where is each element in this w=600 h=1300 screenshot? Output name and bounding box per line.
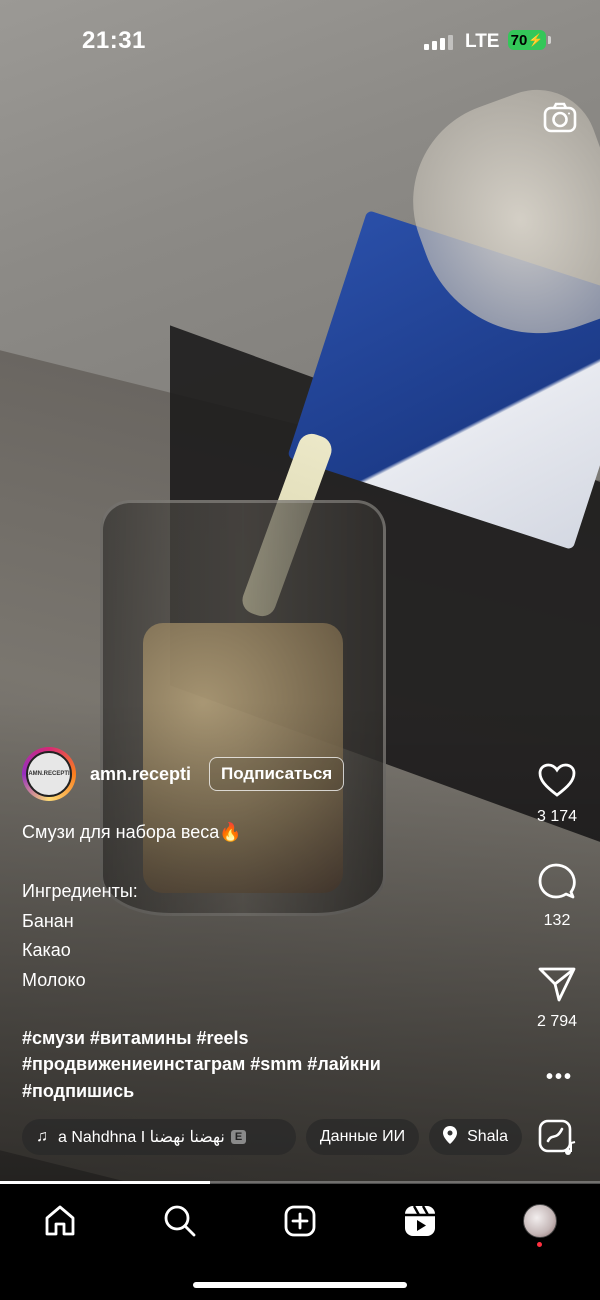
music-note-icon: ♫ bbox=[36, 1128, 48, 1145]
ai-info-chip[interactable]: Данные ИИ bbox=[305, 1119, 420, 1155]
search-icon[interactable] bbox=[160, 1201, 200, 1241]
caption-line bbox=[22, 995, 512, 1025]
caption-line: Банан bbox=[22, 910, 74, 931]
ai-info-label: Данные ИИ bbox=[319, 1128, 406, 1145]
share-action: 2 794 bbox=[526, 965, 588, 1031]
location-chip[interactable]: Shala bbox=[429, 1119, 522, 1155]
home-indicator bbox=[193, 1282, 407, 1288]
like-count[interactable]: 3 174 bbox=[526, 808, 588, 826]
heart-icon[interactable] bbox=[537, 762, 577, 798]
caption-line: Ингредиенты: bbox=[22, 881, 138, 901]
explicit-badge: E bbox=[230, 1130, 247, 1144]
signal-icon bbox=[424, 34, 454, 50]
music-chip[interactable]: ♫ a Nahdhna I نهضنا نهضنا E bbox=[22, 1119, 296, 1155]
status-time: 21:31 bbox=[82, 27, 146, 54]
battery-level: 70 bbox=[510, 31, 528, 49]
post-author: AMN.RECEPTI amn.recepti Подписаться bbox=[22, 746, 345, 802]
audio-thumbnail-icon[interactable] bbox=[538, 1119, 576, 1157]
post-caption[interactable]: Смузи для набора веса🔥 Ингредиенты: Бана… bbox=[22, 818, 512, 1104]
more-options-icon[interactable]: ••• bbox=[546, 1066, 573, 1089]
caption-line bbox=[22, 848, 512, 878]
profile-avatar bbox=[523, 1204, 557, 1238]
reels-icon[interactable] bbox=[400, 1201, 440, 1241]
caption-hashtags: #смузи #витамины #reels #продвижениеинст… bbox=[22, 1025, 512, 1105]
create-icon[interactable] bbox=[280, 1201, 320, 1241]
caption-line: Какао bbox=[22, 940, 71, 960]
network-type: LTE bbox=[465, 31, 500, 52]
hashtag-line[interactable]: #подпишись bbox=[22, 1078, 512, 1105]
comment-icon[interactable] bbox=[537, 862, 577, 902]
status-bar: 21:31 LTE 70 ⚡ bbox=[0, 0, 600, 80]
caption-line: Смузи для набора веса🔥 bbox=[22, 822, 242, 842]
hashtag-line[interactable]: #смузи #витамины #reels bbox=[22, 1025, 512, 1052]
author-username[interactable]: amn.recepti bbox=[90, 764, 191, 785]
follow-button[interactable]: Подписаться bbox=[209, 757, 345, 791]
hashtag-line[interactable]: #продвижениеинстаграм #smm #лайкни bbox=[22, 1051, 512, 1078]
comment-count[interactable]: 132 bbox=[526, 912, 588, 930]
location-pin-icon bbox=[443, 1125, 458, 1149]
home-icon[interactable] bbox=[40, 1201, 80, 1241]
battery-icon: 70 ⚡ bbox=[508, 30, 551, 50]
like-action: 3 174 bbox=[526, 762, 588, 826]
music-title: a Nahdhna I نهضنا نهضنا bbox=[58, 1129, 225, 1146]
caption-line: Молоко bbox=[22, 969, 86, 990]
comment-action: 132 bbox=[526, 862, 588, 930]
post-chips: ♫ a Nahdhna I نهضنا نهضنا E Данные ИИ Sh… bbox=[22, 1119, 522, 1155]
author-avatar-text: AMN.RECEPTI bbox=[26, 751, 72, 797]
share-count[interactable]: 2 794 bbox=[526, 1013, 588, 1031]
camera-icon[interactable] bbox=[542, 100, 578, 136]
share-icon[interactable] bbox=[537, 965, 577, 1003]
profile-tab[interactable] bbox=[520, 1201, 560, 1247]
location-label: Shala bbox=[467, 1128, 508, 1145]
notification-dot bbox=[537, 1242, 542, 1247]
author-avatar[interactable]: AMN.RECEPTI bbox=[22, 747, 76, 801]
